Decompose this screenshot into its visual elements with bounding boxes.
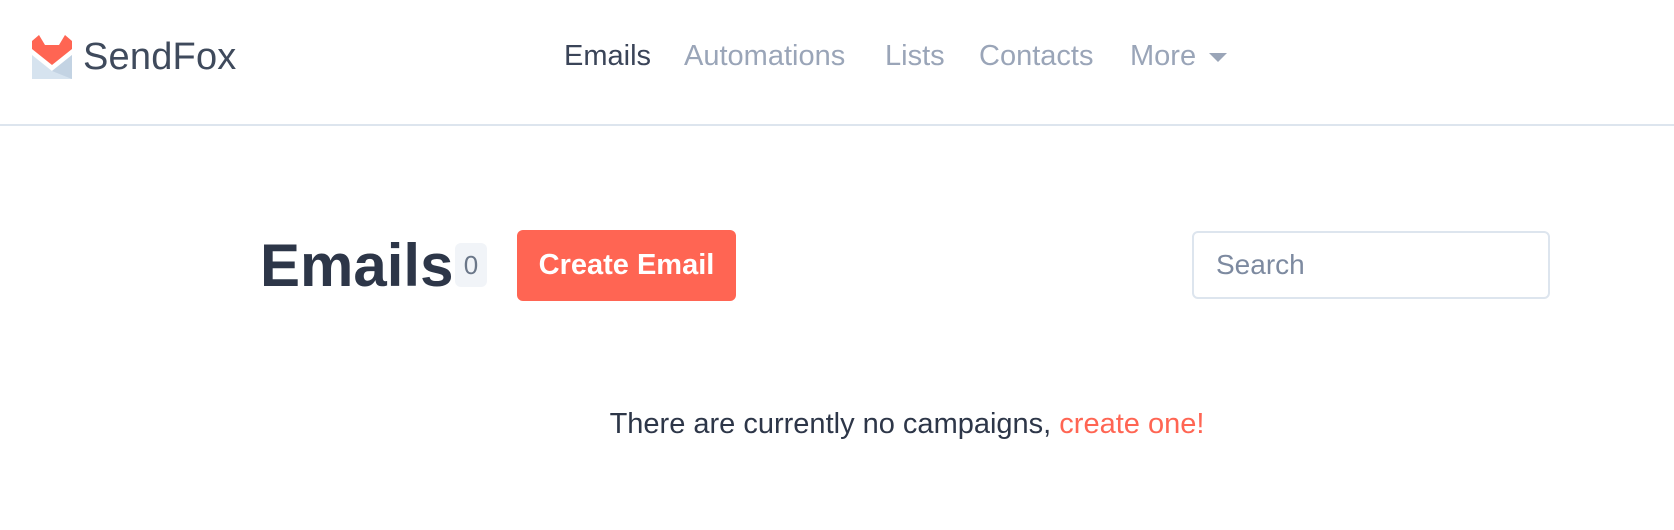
nav-emails[interactable]: Emails	[564, 40, 651, 73]
main-nav-automations: Automations	[684, 36, 845, 76]
top-navbar: SendFox Emails Automations Lists Contact…	[0, 0, 1674, 126]
search-input[interactable]	[1192, 231, 1550, 299]
brand-name: SendFox	[83, 35, 237, 78]
empty-state-message: There are currently no campaigns, create…	[0, 408, 1674, 441]
nav-contacts[interactable]: Contacts	[979, 40, 1093, 73]
nav-more-dropdown[interactable]: More	[1130, 39, 1228, 73]
caret-down-icon	[1209, 52, 1228, 62]
main-nav: Emails	[564, 36, 651, 76]
create-one-link[interactable]: create one!	[1059, 408, 1204, 440]
empty-state-text: There are currently no campaigns,	[609, 408, 1060, 440]
email-count-badge: 0	[455, 243, 487, 287]
page-title: Emails	[260, 232, 454, 299]
brand-logo-link[interactable]: SendFox	[32, 34, 237, 80]
nav-more-label: More	[1130, 39, 1197, 72]
main-nav-contacts: Contacts	[979, 36, 1093, 76]
main-nav-more: More	[1130, 36, 1228, 76]
create-email-button[interactable]: Create Email	[517, 230, 736, 301]
nav-lists[interactable]: Lists	[885, 40, 945, 73]
fox-envelope-logo-icon	[32, 35, 72, 79]
nav-automations[interactable]: Automations	[684, 40, 845, 73]
main-nav-lists: Lists	[885, 36, 945, 76]
